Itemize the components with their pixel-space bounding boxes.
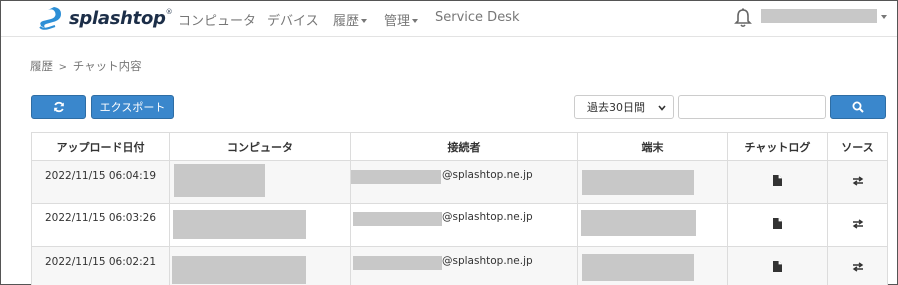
cell-upload-date: 2022/11/15 06:03:26 [31, 203, 170, 247]
search-input[interactable] [678, 95, 826, 119]
file-icon[interactable] [773, 218, 782, 229]
cell-source [827, 246, 888, 285]
cell-chat-log [727, 160, 828, 204]
cell-chat-log [727, 203, 828, 247]
user-account-redacted[interactable] [761, 9, 877, 23]
email-domain-text: @splashtop.ne.jp [442, 169, 533, 181]
export-button[interactable]: エクスポート [91, 95, 174, 119]
col-header-computer[interactable]: コンピュータ [169, 132, 351, 161]
nav-management[interactable]: 管理 [384, 10, 419, 29]
col-header-chat-log[interactable]: チャットログ [727, 132, 828, 161]
chat-history-table: アップロード日付 コンピュータ 接続者 端末 チャットログ ソース 2022/1… [31, 132, 888, 285]
cell-device [577, 160, 728, 204]
email-domain-text: @splashtop.ne.jp [442, 255, 533, 267]
transfer-icon [852, 261, 863, 272]
period-select[interactable]: 過去30日間 [574, 95, 674, 119]
col-header-connected-user[interactable]: 接続者 [350, 132, 578, 161]
cell-upload-date: 2022/11/15 06:02:21 [31, 246, 170, 285]
table-row: 2022/11/15 06:03:26 @splashtop.ne.jp [31, 203, 888, 247]
refresh-icon [53, 101, 64, 113]
user-name-redacted [353, 256, 442, 270]
col-header-upload-date[interactable]: アップロード日付 [31, 132, 170, 161]
nav-computers[interactable]: コンピュータ [178, 10, 256, 29]
cell-computer [169, 160, 351, 204]
user-name-redacted [351, 170, 441, 184]
chevron-down-icon [361, 18, 368, 23]
nav-service-desk[interactable]: Service Desk [435, 10, 520, 25]
device-name-redacted [582, 254, 694, 281]
splashtop-logo-icon [39, 7, 61, 30]
col-header-source[interactable]: ソース [827, 132, 888, 161]
table-row: 2022/11/15 06:02:21 @splashtop.ne.jp [31, 246, 888, 285]
cell-source [827, 160, 888, 204]
user-menu-chevron-icon[interactable] [881, 15, 887, 19]
col-header-device[interactable]: 端末 [577, 132, 728, 161]
breadcrumb-history-link[interactable]: 履歴 [30, 59, 53, 73]
refresh-button[interactable] [31, 95, 86, 119]
period-select-value: 過去30日間 [587, 101, 645, 114]
cell-connected-user: @splashtop.ne.jp [350, 246, 578, 285]
cell-device [577, 246, 728, 285]
nav-history[interactable]: 履歴 [333, 10, 368, 29]
computer-name-redacted [174, 164, 265, 197]
brand-name: splashtop [69, 7, 166, 29]
cell-device [577, 203, 728, 247]
transfer-icon [852, 175, 863, 186]
upload-date-text: 2022/11/15 06:04:19 [44, 170, 156, 182]
transfer-icon [852, 218, 863, 229]
table-header-row: アップロード日付 コンピュータ 接続者 端末 チャットログ ソース [31, 132, 888, 161]
computer-name-redacted [173, 210, 306, 239]
breadcrumb: 履歴 > チャット内容 [30, 58, 142, 74]
table-row: 2022/11/15 06:04:19 @splashtop.ne.jp [31, 160, 888, 204]
device-name-redacted [582, 170, 694, 195]
chevron-down-icon [658, 105, 666, 111]
upload-date-text: 2022/11/15 06:02:21 [44, 256, 156, 268]
nav-devices[interactable]: デバイス [267, 10, 319, 29]
search-icon [852, 101, 864, 113]
cell-upload-date: 2022/11/15 06:04:19 [31, 160, 170, 204]
cell-computer [169, 246, 351, 285]
cell-chat-log [727, 246, 828, 285]
cell-source [827, 203, 888, 247]
splashtop-logo[interactable]: splashtop ® [37, 6, 173, 30]
brand-registered-mark: ® [165, 8, 173, 16]
cell-computer [169, 203, 351, 247]
upload-date-text: 2022/11/15 06:03:26 [44, 212, 156, 224]
cell-connected-user: @splashtop.ne.jp [350, 160, 578, 204]
search-button[interactable] [830, 95, 886, 119]
file-icon[interactable] [773, 175, 782, 186]
nav-history-label: 履歴 [333, 14, 360, 29]
computer-name-redacted [172, 256, 306, 284]
top-navbar: splashtop ® コンピュータ デバイス 履歴 管理 Service De… [1, 1, 897, 37]
user-name-redacted [353, 212, 442, 226]
device-name-redacted [581, 210, 696, 236]
email-domain-text: @splashtop.ne.jp [442, 211, 533, 223]
bell-icon[interactable] [734, 8, 752, 28]
cell-connected-user: @splashtop.ne.jp [350, 203, 578, 247]
chevron-down-icon [412, 18, 419, 23]
nav-management-label: 管理 [384, 14, 411, 29]
breadcrumb-current: チャット内容 [72, 59, 142, 73]
file-icon[interactable] [773, 261, 782, 272]
breadcrumb-separator: > [58, 62, 68, 73]
